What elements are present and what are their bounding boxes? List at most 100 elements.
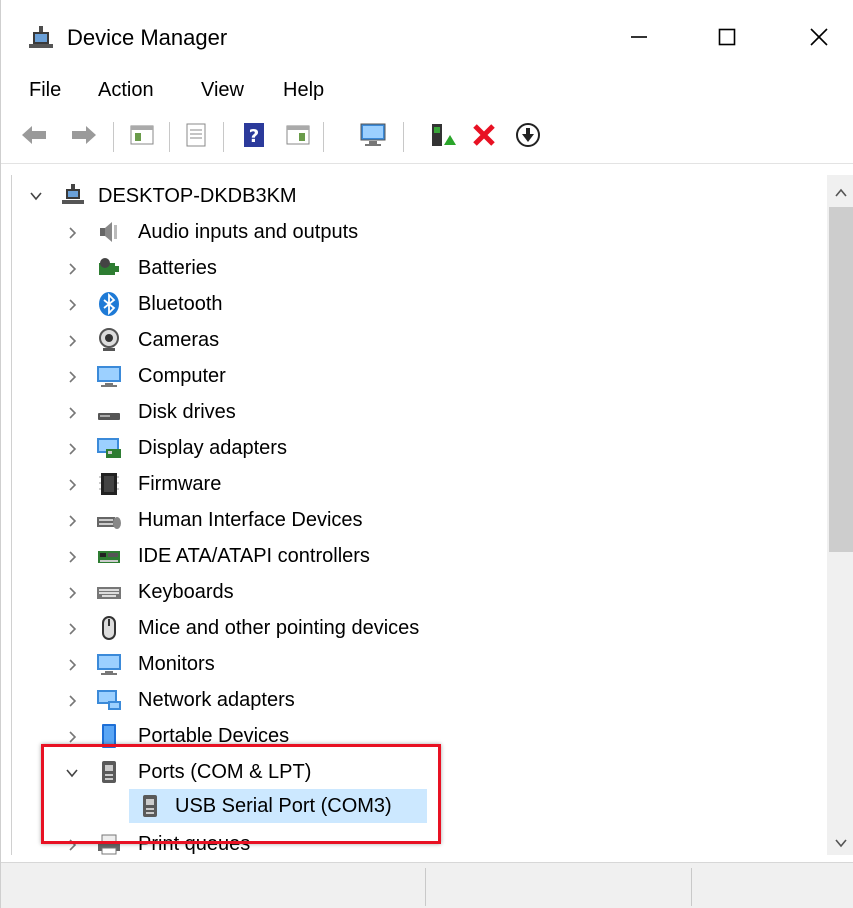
computer-tower-icon bbox=[60, 183, 86, 209]
action-pane-button[interactable] bbox=[283, 122, 313, 152]
tree-node-label: Batteries bbox=[138, 257, 217, 279]
scrollbar-thumb[interactable] bbox=[829, 207, 853, 552]
tree-node-mice-and-other-pointing-devices[interactable]: Mice and other pointing devices bbox=[12, 611, 812, 645]
tree-node-disk-drives[interactable]: Disk drives bbox=[12, 395, 812, 429]
uninstall-device-button[interactable] bbox=[469, 122, 499, 152]
disable-device-button[interactable] bbox=[513, 122, 543, 152]
bluetooth-icon bbox=[96, 291, 122, 317]
action-pane-icon bbox=[285, 123, 311, 152]
tree-node-label: Network adapters bbox=[138, 689, 295, 711]
maximize-button[interactable] bbox=[703, 16, 751, 60]
tree-node-cameras[interactable]: Cameras bbox=[12, 323, 812, 357]
chevron-right-icon[interactable] bbox=[64, 693, 80, 709]
tree-node-human-interface-devices[interactable]: Human Interface Devices bbox=[12, 503, 812, 537]
tree-root-node[interactable]: DESKTOP-DKDB3KM bbox=[12, 179, 812, 213]
back-arrow-icon bbox=[20, 123, 48, 152]
menu-help[interactable]: Help bbox=[283, 76, 324, 104]
help-button[interactable]: ? bbox=[239, 122, 269, 152]
update-driver-icon bbox=[428, 121, 456, 154]
monitor-icon bbox=[96, 651, 122, 677]
show-hide-console-tree-button[interactable] bbox=[127, 122, 157, 152]
chevron-right-icon[interactable] bbox=[64, 225, 80, 241]
toolbar-separator bbox=[323, 122, 324, 152]
mouse-icon bbox=[96, 615, 122, 641]
status-bar bbox=[1, 862, 853, 908]
chevron-right-icon[interactable] bbox=[64, 477, 80, 493]
tree-node-bluetooth[interactable]: Bluetooth bbox=[12, 287, 812, 321]
chevron-right-icon[interactable] bbox=[64, 585, 80, 601]
status-separator bbox=[425, 868, 426, 906]
tree-node-label: Monitors bbox=[138, 653, 215, 675]
battery-icon bbox=[96, 255, 122, 281]
tree-node-label: IDE ATA/ATAPI controllers bbox=[138, 545, 370, 567]
window-title: Device Manager bbox=[67, 25, 228, 50]
monitor-icon bbox=[96, 363, 122, 389]
tree-node-monitors[interactable]: Monitors bbox=[12, 647, 812, 681]
chevron-down-icon bbox=[834, 835, 847, 851]
network-icon bbox=[96, 687, 122, 713]
scan-hardware-button[interactable] bbox=[359, 122, 389, 152]
disable-device-icon bbox=[514, 121, 542, 154]
menu-action[interactable]: Action bbox=[98, 76, 154, 104]
chevron-right-icon[interactable] bbox=[64, 729, 80, 745]
svg-text:?: ? bbox=[249, 126, 259, 147]
chevron-down-icon[interactable] bbox=[28, 188, 44, 204]
show-hide-console-tree-icon bbox=[129, 123, 155, 152]
chevron-right-icon[interactable] bbox=[64, 441, 80, 457]
chevron-right-icon[interactable] bbox=[64, 657, 80, 673]
tree-root-label: DESKTOP-DKDB3KM bbox=[98, 185, 297, 207]
tree-node-network-adapters[interactable]: Network adapters bbox=[12, 683, 812, 717]
display-adapter-icon bbox=[96, 435, 122, 461]
scroll-up-button[interactable] bbox=[827, 180, 853, 206]
properties-icon bbox=[183, 122, 209, 153]
toolbar-separator bbox=[223, 122, 224, 152]
scroll-down-button[interactable] bbox=[827, 830, 853, 856]
tree-node-label: Bluetooth bbox=[138, 293, 223, 315]
keyboard-icon bbox=[96, 579, 122, 605]
annotation-highlight-box bbox=[41, 744, 441, 844]
device-manager-window: Device Manager File Action View Help ? D… bbox=[0, 0, 853, 908]
tree-node-computer[interactable]: Computer bbox=[12, 359, 812, 393]
tree-node-label: Display adapters bbox=[138, 437, 287, 459]
properties-button[interactable] bbox=[181, 122, 211, 152]
chevron-right-icon[interactable] bbox=[64, 369, 80, 385]
chevron-right-icon[interactable] bbox=[64, 513, 80, 529]
tree-node-ide-ata-atapi-controllers[interactable]: IDE ATA/ATAPI controllers bbox=[12, 539, 812, 573]
chevron-right-icon[interactable] bbox=[64, 405, 80, 421]
minimize-button[interactable] bbox=[615, 16, 663, 60]
tree-node-display-adapters[interactable]: Display adapters bbox=[12, 431, 812, 465]
disk-drive-icon bbox=[96, 399, 122, 425]
tree-node-audio-inputs-and-outputs[interactable]: Audio inputs and outputs bbox=[12, 215, 812, 249]
scan-hardware-icon bbox=[359, 121, 389, 154]
close-button[interactable] bbox=[795, 16, 843, 60]
chevron-right-icon[interactable] bbox=[64, 261, 80, 277]
help-icon: ? bbox=[242, 122, 266, 153]
update-driver-button[interactable] bbox=[427, 122, 457, 152]
chevron-right-icon[interactable] bbox=[64, 549, 80, 565]
menu-file[interactable]: File bbox=[29, 76, 61, 104]
tree-node-label: Firmware bbox=[138, 473, 222, 495]
forward-arrow-icon bbox=[70, 123, 98, 152]
chevron-right-icon[interactable] bbox=[64, 297, 80, 313]
back-button[interactable] bbox=[19, 122, 49, 152]
tree-node-label: Disk drives bbox=[138, 401, 236, 423]
menu-view[interactable]: View bbox=[201, 76, 244, 104]
tree-node-label: Audio inputs and outputs bbox=[138, 221, 359, 243]
chevron-up-icon bbox=[834, 185, 847, 201]
status-separator bbox=[691, 868, 692, 906]
tree-node-firmware[interactable]: Firmware bbox=[12, 467, 812, 501]
minimize-icon bbox=[629, 16, 649, 60]
tree-node-label: Cameras bbox=[138, 329, 220, 351]
maximize-icon bbox=[717, 16, 737, 60]
hid-icon bbox=[96, 507, 122, 533]
toolbar-separator bbox=[403, 122, 404, 152]
tree-node-batteries[interactable]: Batteries bbox=[12, 251, 812, 285]
chevron-right-icon[interactable] bbox=[64, 621, 80, 637]
tree-node-keyboards[interactable]: Keyboards bbox=[12, 575, 812, 609]
tree-node-label: Mice and other pointing devices bbox=[138, 617, 420, 639]
uninstall-device-icon bbox=[471, 122, 497, 153]
tree-node-label: Computer bbox=[138, 365, 226, 387]
forward-button[interactable] bbox=[69, 122, 99, 152]
chevron-right-icon[interactable] bbox=[64, 333, 80, 349]
toolbar-separator bbox=[113, 122, 114, 152]
